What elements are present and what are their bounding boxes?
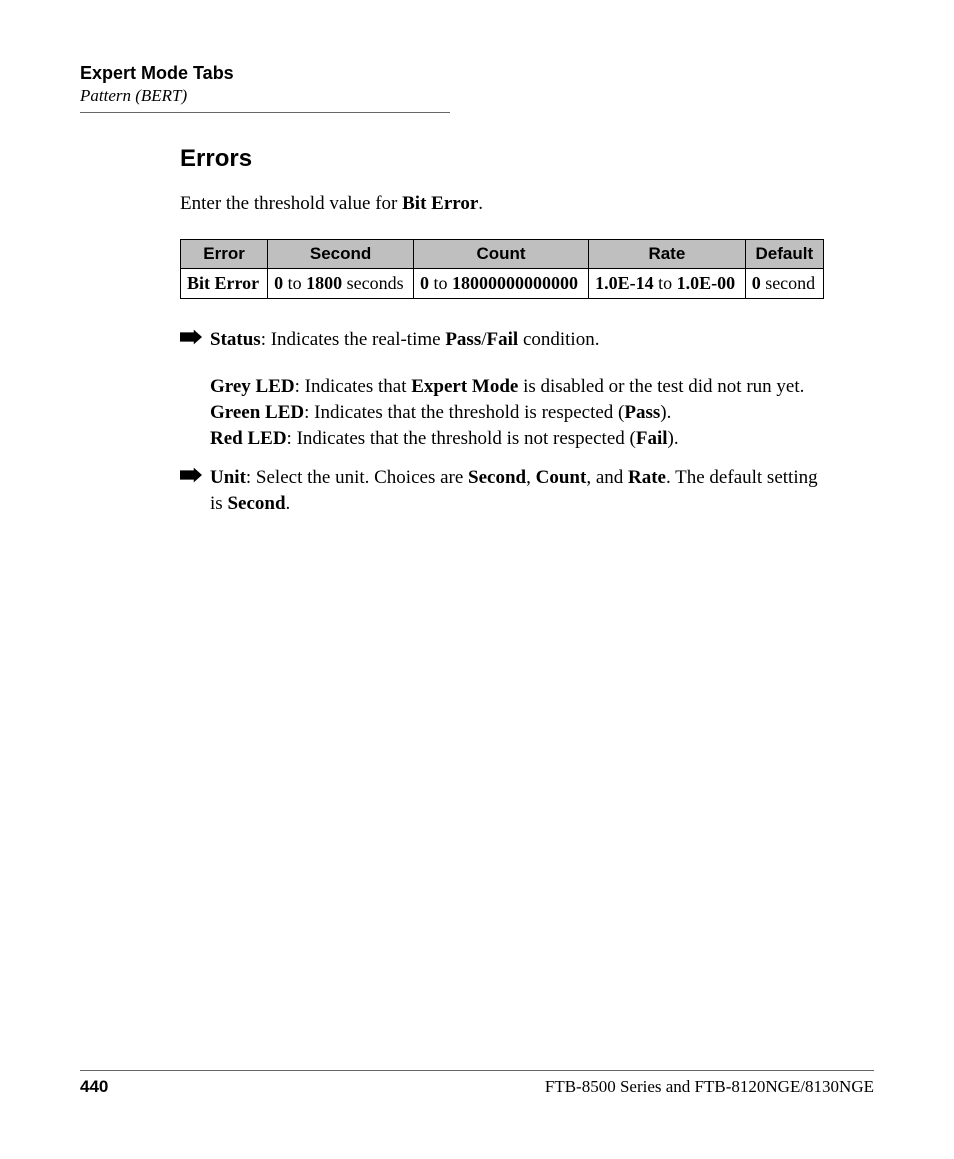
unit-c1: Second <box>468 467 526 488</box>
unit-t1: : Select the unit. Choices are <box>246 467 468 488</box>
cell-second: 0 to 1800 seconds <box>268 268 414 298</box>
green-t2: ). <box>660 402 671 423</box>
content-area: Errors Enter the threshold value for Bit… <box>180 145 824 538</box>
red-label: Red LED <box>210 428 287 449</box>
table-header-row: Error Second Count Rate Default <box>181 239 824 268</box>
grey-label: Grey LED <box>210 376 295 397</box>
intro-pre: Enter the threshold value for <box>180 193 402 214</box>
intro-post: . <box>478 193 483 214</box>
footer-page-number: 440 <box>80 1077 108 1097</box>
rate-b1: 1.0E-14 <box>595 273 654 293</box>
th-second: Second <box>268 239 414 268</box>
section-title: Errors <box>180 145 824 173</box>
cnt-b2: 18000000000000 <box>452 273 578 293</box>
unit-comma2: , and <box>586 467 628 488</box>
cell-default: 0 second <box>745 268 823 298</box>
rate-mid: to <box>654 273 677 293</box>
arrow-icon <box>180 467 210 488</box>
def-post: second <box>761 273 815 293</box>
page-header: Expert Mode Tabs Pattern (BERT) <box>80 63 874 113</box>
green-pass: Pass <box>624 402 660 423</box>
unit-label: Unit <box>210 467 246 488</box>
sec-mid: to <box>283 273 306 293</box>
footer-row: 440 FTB-8500 Series and FTB-8120NGE/8130… <box>80 1077 874 1097</box>
green-label: Green LED <box>210 402 304 423</box>
table-row: Bit Error 0 to 1800 seconds 0 to 1800000… <box>181 268 824 298</box>
status-t2: condition. <box>518 329 599 350</box>
header-rule <box>80 112 450 113</box>
bullet-unit: Unit: Select the unit. Choices are Secon… <box>180 465 824 524</box>
footer-doc-title: FTB-8500 Series and FTB-8120NGE/8130NGE <box>545 1077 874 1097</box>
intro-text: Enter the threshold value for Bit Error. <box>180 191 824 217</box>
page-footer: 440 FTB-8500 Series and FTB-8120NGE/8130… <box>80 1070 874 1097</box>
arrow-icon <box>180 329 210 350</box>
cell-rate: 1.0E-14 to 1.0E-00 <box>589 268 746 298</box>
grey-t1: : Indicates that <box>295 376 412 397</box>
sec-post: seconds <box>342 273 404 293</box>
cell-error: Bit Error <box>181 268 268 298</box>
status-fail: Fail <box>487 329 519 350</box>
cnt-mid: to <box>429 273 452 293</box>
red-t1: : Indicates that the threshold is not re… <box>287 428 636 449</box>
bullet-status-body: Status: Indicates the real-time Pass/Fai… <box>210 327 824 361</box>
rate-b2: 1.0E-00 <box>677 273 736 293</box>
unit-c3: Rate <box>628 467 666 488</box>
unit-comma1: , <box>526 467 536 488</box>
header-title: Expert Mode Tabs <box>80 63 874 84</box>
bullet-status: Status: Indicates the real-time Pass/Fai… <box>180 327 824 361</box>
cell-error-b: Bit Error <box>187 273 259 293</box>
th-count: Count <box>414 239 589 268</box>
status-t1: : Indicates the real-time <box>261 329 446 350</box>
errors-table: Error Second Count Rate Default Bit Erro… <box>180 239 824 299</box>
header-subtitle: Pattern (BERT) <box>80 86 874 106</box>
grey-expert: Expert Mode <box>411 376 518 397</box>
def-b: 0 <box>752 273 761 293</box>
sec-b2: 1800 <box>306 273 342 293</box>
status-details: Grey LED: Indicates that Expert Mode is … <box>210 374 824 451</box>
cnt-b1: 0 <box>420 273 429 293</box>
unit-def: Second <box>227 493 285 514</box>
red-t2: ). <box>668 428 679 449</box>
green-t1: : Indicates that the threshold is respec… <box>304 402 624 423</box>
footer-rule <box>80 1070 874 1071</box>
bullet-unit-body: Unit: Select the unit. Choices are Secon… <box>210 465 824 524</box>
status-pass: Pass <box>445 329 481 350</box>
th-default: Default <box>745 239 823 268</box>
th-error: Error <box>181 239 268 268</box>
grey-t2: is disabled or the test did not run yet. <box>518 376 804 397</box>
unit-t3: . <box>286 493 291 514</box>
cell-count: 0 to 18000000000000 <box>414 268 589 298</box>
intro-bold: Bit Error <box>402 193 478 214</box>
sec-b1: 0 <box>274 273 283 293</box>
unit-c2: Count <box>536 467 587 488</box>
status-label: Status <box>210 329 261 350</box>
th-rate: Rate <box>589 239 746 268</box>
red-fail: Fail <box>636 428 668 449</box>
